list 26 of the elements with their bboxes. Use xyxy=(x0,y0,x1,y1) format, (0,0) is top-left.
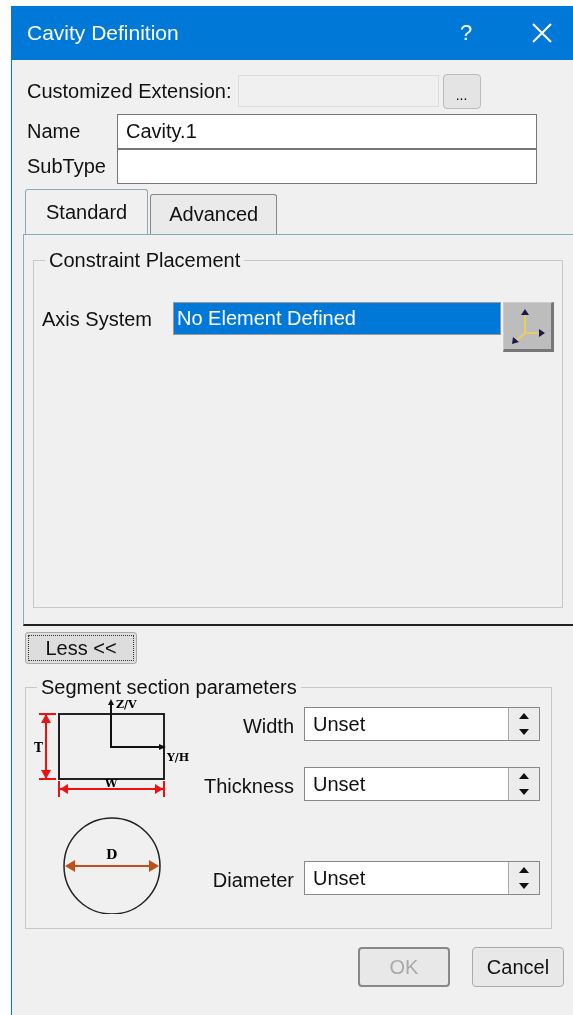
dialog-button[interactable]: Cancel xyxy=(472,947,564,987)
name-field[interactable]: Cavity.1 xyxy=(117,114,537,149)
spin-field[interactable]: Unset xyxy=(304,707,540,741)
browse-button[interactable]: ... xyxy=(442,73,481,109)
help-button[interactable]: ? xyxy=(446,20,486,46)
dimension-label: W xyxy=(105,777,118,790)
dimension-label: D xyxy=(106,847,118,862)
spin-field[interactable]: Unset xyxy=(304,861,540,895)
axis-system-field[interactable]: No Element Defined xyxy=(173,302,501,335)
field-label: Name xyxy=(27,120,82,143)
field-label: Customized Extension: xyxy=(27,79,232,103)
axis-label: Z/V xyxy=(116,699,137,711)
tab[interactable]: Advanced xyxy=(150,194,278,234)
field-label: Axis System xyxy=(42,307,154,331)
spin-field[interactable]: Unset xyxy=(304,767,540,801)
dimension-label: T xyxy=(34,741,43,755)
axis-label: Y/H xyxy=(167,751,190,764)
less-button[interactable]: Less << xyxy=(25,632,137,664)
field-label: SubType xyxy=(27,155,107,178)
field-label: Diameter xyxy=(211,868,295,892)
window-title: Cavity Definition xyxy=(27,21,180,45)
group-title: Constraint Placement xyxy=(48,249,242,272)
field-label: Width xyxy=(241,714,295,738)
field-label: Thickness xyxy=(202,774,295,798)
tab[interactable]: Standard xyxy=(25,189,149,234)
group-title: Segment section parameters xyxy=(40,676,298,699)
